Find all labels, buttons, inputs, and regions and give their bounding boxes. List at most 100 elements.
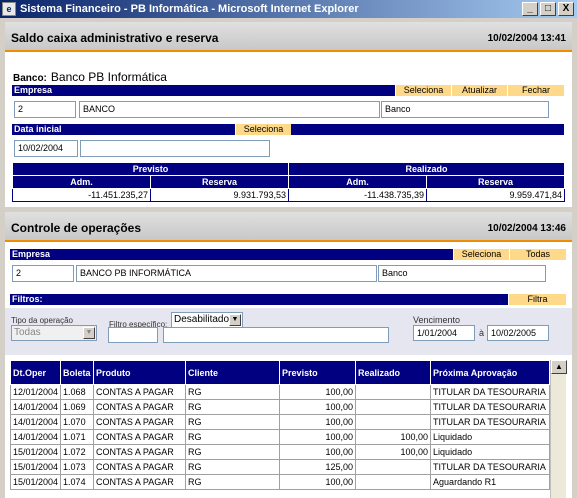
controle-title: Controle de operações <box>11 221 142 235</box>
maximize-button[interactable]: □ <box>540 2 556 16</box>
table-cell <box>355 474 432 490</box>
vencimento-from-field[interactable]: 1/01/2004 <box>413 325 475 341</box>
filtro-field-1[interactable] <box>108 327 158 343</box>
table-cell: 100,00 <box>279 399 357 415</box>
prev-reserva-value: 9.931.793,53 <box>150 188 289 202</box>
vencimento-label: Vencimento <box>413 315 461 325</box>
table-row[interactable]: 14/01/2004 1.069 CONTAS A PAGAR RG 100,00 TIT… <box>9 399 550 415</box>
prev-adm-header: Adm. <box>12 175 151 189</box>
col-boleta[interactable]: Boleta <box>60 360 95 385</box>
vencimento-separator: à <box>479 328 485 338</box>
table-cell: 12/01/2004 <box>9 384 62 400</box>
scroll-up-arrow-icon[interactable]: ▲ <box>551 360 567 374</box>
table-cell: Liquidado <box>430 429 550 445</box>
table-cell: 100,00 <box>355 429 432 445</box>
data-inicial-field[interactable]: 10/02/2004 <box>14 140 78 157</box>
table-cell <box>355 459 432 475</box>
filtra-button[interactable]: Filtra <box>508 294 566 305</box>
col-proxima-aprovacao[interactable]: Próxima Aprovação <box>430 360 550 385</box>
col-produto[interactable]: Produto <box>93 360 187 385</box>
table-cell: TITULAR DA TESOURARIA <box>430 414 550 430</box>
close-button[interactable]: X <box>558 2 574 16</box>
table-cell: 1.071 <box>60 429 95 445</box>
controle-empresa-code-field[interactable]: 2 <box>12 265 74 282</box>
seleciona-button[interactable]: Seleciona <box>395 85 451 96</box>
col-realizado[interactable]: Realizado <box>355 360 432 385</box>
prev-adm-value: -11.451.235,27 <box>12 188 151 202</box>
table-row[interactable]: 15/01/2004 1.073 CONTAS A PAGAR RG 125,00 TIT… <box>9 459 550 475</box>
atualizar-button[interactable]: Atualizar <box>451 85 507 96</box>
previsto-header: Previsto <box>12 162 289 176</box>
table-cell: 1.074 <box>60 474 95 490</box>
saldo-datetime: 10/02/2004 13:41 <box>487 33 566 44</box>
controle-empresa-name-field[interactable]: BANCO PB INFORMÁTICA <box>76 265 377 282</box>
empresa-bar: Empresa <box>12 85 395 96</box>
table-cell: 14/01/2004 <box>9 399 62 415</box>
table-cell: RG <box>185 459 281 475</box>
table-cell: CONTAS A PAGAR <box>93 444 187 460</box>
empresa-name-field[interactable]: BANCO <box>79 101 380 118</box>
filtro-especifico-select[interactable]: Desabilitado ▼ <box>171 312 243 328</box>
table-row[interactable]: 14/01/2004 1.071 CONTAS A PAGAR RG 100,00 100… <box>9 429 550 445</box>
table-row[interactable]: 14/01/2004 1.070 CONTAS A PAGAR RG 100,00 TIT… <box>9 414 550 430</box>
todas-button[interactable]: Todas <box>509 249 566 260</box>
table-cell: CONTAS A PAGAR <box>93 384 187 400</box>
filtros-bar: Filtros: <box>10 294 508 305</box>
banco-value: Banco PB Informática <box>50 70 167 84</box>
table-cell: 1.072 <box>60 444 95 460</box>
saldo-header: Saldo caixa administrativo e reserva 10/… <box>5 22 572 52</box>
table-row[interactable]: 12/01/2004 1.068 CONTAS A PAGAR RG 100,00 TIT… <box>9 384 550 400</box>
chevron-down-icon: ▼ <box>83 327 95 339</box>
table-cell: 15/01/2004 <box>9 474 62 490</box>
table-cell: 14/01/2004 <box>9 414 62 430</box>
filtro-especifico-value: Desabilitado <box>174 314 230 325</box>
table-row[interactable]: 15/01/2004 1.072 CONTAS A PAGAR RG 100,00 100… <box>9 444 550 460</box>
table-cell <box>355 414 432 430</box>
table-header-row: Dt.Oper Boleta Produto Cliente Previsto … <box>9 360 550 385</box>
saldo-panel: Saldo caixa administrativo e reserva 10/… <box>5 22 572 207</box>
table-cell: CONTAS A PAGAR <box>93 459 187 475</box>
real-adm-value: -11.438.735,39 <box>288 188 427 202</box>
table-cell: CONTAS A PAGAR <box>93 399 187 415</box>
chevron-down-icon: ▼ <box>229 314 241 326</box>
tipo-operacao-select[interactable]: Todas ▼ <box>11 325 97 341</box>
real-reserva-header: Reserva <box>426 175 565 189</box>
table-cell: 15/01/2004 <box>9 444 62 460</box>
realizado-header: Realizado <box>288 162 565 176</box>
col-previsto[interactable]: Previsto <box>279 360 357 385</box>
table-cell: 100,00 <box>355 444 432 460</box>
table-cell: 15/01/2004 <box>9 459 62 475</box>
controle-header: Controle de operações 10/02/2004 13:46 <box>5 212 572 242</box>
controle-seleciona-button[interactable]: Seleciona <box>453 249 509 260</box>
table-scrollbar[interactable]: ▲ <box>550 360 567 498</box>
fechar-button[interactable]: Fechar <box>507 85 564 96</box>
table-cell: RG <box>185 444 281 460</box>
controle-empresa-type-field[interactable]: Banco <box>378 265 546 282</box>
table-cell: RG <box>185 474 281 490</box>
table-cell: RG <box>185 384 281 400</box>
table-row[interactable]: 15/01/2004 1.074 CONTAS A PAGAR RG 100,00 Agu… <box>9 474 550 490</box>
table-cell: Liquidado <box>430 444 550 460</box>
filtro-field-2[interactable] <box>163 327 389 343</box>
window-title: Sistema Financeiro - PB Informática - Mi… <box>20 3 359 15</box>
table-cell: 100,00 <box>279 414 357 430</box>
controle-empresa-bar: Empresa <box>10 249 453 260</box>
table-cell <box>355 384 432 400</box>
table-cell: RG <box>185 414 281 430</box>
ie-icon: e <box>2 2 16 16</box>
saldo-title: Saldo caixa administrativo e reserva <box>11 31 219 45</box>
table-cell: TITULAR DA TESOURARIA <box>430 399 550 415</box>
controle-panel: Controle de operações 10/02/2004 13:46 E… <box>5 212 572 498</box>
minimize-button[interactable]: _ <box>522 2 538 16</box>
data-inicial-extra-field[interactable] <box>80 140 270 157</box>
tipo-operacao-value: Todas <box>14 327 41 338</box>
tipo-operacao-label: Tipo da operação <box>11 316 73 325</box>
vencimento-to-field[interactable]: 10/02/2005 <box>487 325 549 341</box>
data-seleciona-button[interactable]: Seleciona <box>235 124 291 135</box>
table-cell: 100,00 <box>279 429 357 445</box>
empresa-code-field[interactable]: 2 <box>14 101 76 118</box>
col-dtoper[interactable]: Dt.Oper <box>9 360 62 385</box>
real-adm-header: Adm. <box>288 175 427 189</box>
col-cliente[interactable]: Cliente <box>185 360 281 385</box>
empresa-type-field[interactable]: Banco <box>381 101 549 118</box>
